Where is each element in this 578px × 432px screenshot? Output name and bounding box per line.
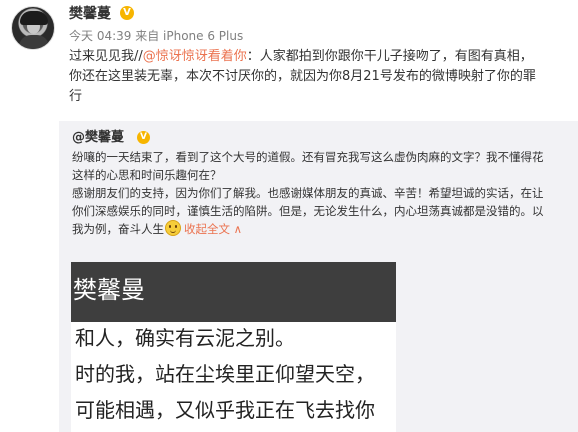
repost-line: 纷嚷的一天结束了，看到了这个大号的道假。还有冒充我写这么虚伪肉麻的文字？我不懂得… xyxy=(72,150,544,164)
avatar-hair xyxy=(20,11,48,25)
post-text-lead: 过来见见我// xyxy=(69,49,143,64)
repost-line: 这样的心思和时间乐趣何在？ xyxy=(72,168,222,182)
post-text: 过来见见我//@惊讶惊讶看着你：人家都拍到你跟你干儿子接吻了，有图有真相， 你还… xyxy=(69,47,569,107)
post-username[interactable]: 樊馨蔓 xyxy=(69,4,111,24)
repost-text: 纷嚷的一天结束了，看到了这个大号的道假。还有冒充我写这么虚伪肉麻的文字？我不懂得… xyxy=(72,148,572,238)
image-text-line: 时的我，站在尘埃里正仰望天空， xyxy=(75,362,375,386)
image-text-line: 可能相遇，又似乎我正在飞去找你 xyxy=(75,398,375,422)
repost-box: @樊馨蔓 V 纷嚷的一天结束了，看到了这个大号的道假。还有冒充我写这么虚伪肉麻的… xyxy=(59,121,578,432)
repost-line: 感谢朋友们的支持，因为你们了解我。也感谢媒体朋友的真诚、辛苦！希望坦诚的实话，在… xyxy=(72,186,544,200)
post-text-line2: 你还在这里装无辜，本次不讨厌你的，就因为你8月21号发布的微博映射了你的罪 xyxy=(69,69,536,84)
smiley-face-icon xyxy=(165,220,181,236)
repost-line: 你们深感娱乐的同时，谨慎生活的陷阱。但是，无论发生什么，内心坦荡真诚都是没错的。… xyxy=(72,204,544,218)
repost-verified-badge-icon: V xyxy=(137,131,150,144)
post-avatar[interactable] xyxy=(11,6,55,50)
mention-link[interactable]: @惊讶惊讶看着你 xyxy=(143,49,247,64)
verified-badge-icon: V xyxy=(120,6,134,20)
repost-line: 我为例，奋斗人生 xyxy=(72,222,164,236)
post-text-line1: ：人家都拍到你跟你干儿子接吻了，有图有真相， xyxy=(246,49,533,64)
post-text-line3: 行 xyxy=(69,89,83,104)
image-title: 樊馨曼 xyxy=(73,276,145,304)
repost-image[interactable]: 樊馨曼 和人，确实有云泥之别。 时的我，站在尘埃里正仰望天空， 可能相遇，又似乎… xyxy=(71,262,396,432)
avatar-body xyxy=(19,35,49,49)
post-meta: 今天 04:39 来自 iPhone 6 Plus xyxy=(69,29,244,43)
image-text-line: 和人，确实有云泥之别。 xyxy=(75,326,295,350)
repost-username[interactable]: @樊馨蔓 xyxy=(72,129,124,147)
collapse-button[interactable]: 收起全文 ∧ xyxy=(184,222,242,236)
